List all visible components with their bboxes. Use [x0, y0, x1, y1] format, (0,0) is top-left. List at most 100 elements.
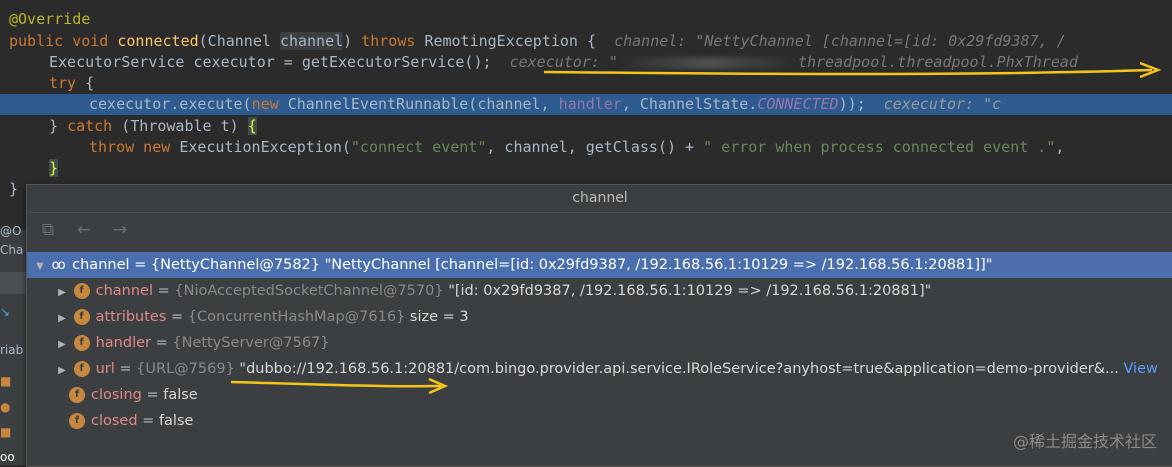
tree-row-closing[interactable]: f closing = false	[27, 382, 1172, 408]
code-text: , ChannelState.	[621, 95, 758, 113]
field-icon: f	[69, 387, 85, 403]
code-text: {	[76, 74, 95, 92]
var-type: {URL@7569}	[136, 361, 235, 377]
code-line-annotation: @Override	[0, 9, 1172, 30]
equals: =	[129, 257, 151, 273]
field-icon: f	[69, 413, 85, 429]
handler-field: handler	[558, 95, 622, 113]
variable-inspector-popup[interactable]: channel ⧉ ← → ▼ oo channel = {NettyChann…	[26, 184, 1172, 467]
equals: =	[141, 387, 164, 403]
var-name: closing	[91, 387, 142, 403]
gutter-fragment: riab	[0, 343, 24, 357]
step-icon[interactable]: ↘	[0, 305, 26, 319]
matched-brace: }	[49, 159, 59, 177]
gutter-fragment: Cha	[0, 243, 24, 257]
equals: =	[114, 361, 137, 377]
variable-tree[interactable]: ▼ oo channel = {NettyChannel@7582} "Nett…	[27, 248, 1172, 466]
code-line-throw: throw new ExecutionException("connect ev…	[0, 137, 1172, 158]
code-line-method-signature: public void connected(Channel channel) t…	[0, 31, 1172, 52]
field-icon: f	[73, 283, 90, 299]
override-annotation: @Override	[9, 10, 91, 28]
tree-row-root-channel[interactable]: ▼ oo channel = {NettyChannel@7582} "Nett…	[27, 252, 1172, 278]
code-text: ExecutorService cexecutor = getExecutorS…	[49, 53, 492, 71]
code-text: ExecutionException(	[179, 138, 351, 156]
method-name: connected	[117, 32, 199, 50]
var-name: attributes	[95, 309, 167, 325]
code-text: ,	[1055, 138, 1065, 156]
inline-debug-hint: cexecutor: "c	[865, 95, 1002, 113]
expand-triangle-icon[interactable]: ▶	[55, 306, 69, 330]
back-arrow-icon[interactable]: ←	[73, 220, 95, 240]
var-type: {NioAcceptedSocketChannel@7570}	[174, 283, 444, 299]
variables-icon[interactable]: ■	[0, 374, 26, 388]
field-icon: f	[73, 361, 90, 377]
var-type: {NettyChannel@7582}	[150, 257, 321, 273]
code-line-catch: } catch (Throwable t) {	[0, 116, 1172, 137]
inline-debug-hint: cexecutor: "	[491, 53, 618, 71]
gutter-strip	[0, 272, 26, 294]
matched-brace: {	[247, 117, 257, 135]
var-name: channel	[72, 257, 130, 273]
var-type: {ConcurrentHashMap@7616}	[187, 309, 406, 325]
tree-row-channel[interactable]: ▶ f channel = {NioAcceptedSocketChannel@7…	[27, 278, 1172, 304]
var-value: "[id: 0x29fd9387, /192.168.56.1:10129 =>…	[448, 283, 932, 299]
field-icon: f	[73, 335, 90, 351]
var-type: {NettyServer@7567}	[172, 335, 330, 351]
var-value: false	[158, 413, 194, 429]
keyword: public void	[9, 32, 118, 50]
keyword: throw new	[89, 138, 180, 156]
code-text: )	[343, 32, 362, 50]
parameter-icon[interactable]: ●	[0, 400, 26, 414]
field-icon[interactable]: ■	[0, 425, 26, 439]
tree-row-closed[interactable]: f closed = false	[27, 408, 1172, 434]
channel-param[interactable]: channel	[279, 32, 344, 50]
restore-icon[interactable]: ⧉	[37, 220, 59, 240]
tree-row-attributes[interactable]: ▶ f attributes = {ConcurrentHashMap@7616}…	[27, 304, 1172, 330]
code-line-executor: ExecutorService cexecutor = getExecutorS…	[0, 52, 1172, 73]
code-text: ChannelEventRunnable(channel,	[287, 95, 559, 113]
var-name: url	[95, 361, 115, 377]
var-name: handler	[95, 335, 151, 351]
expand-triangle-icon[interactable]: ▶	[55, 280, 69, 304]
var-value: "dubbo://192.168.56.1:20881/com.bingo.pr…	[239, 361, 1119, 377]
redacted-blur	[617, 56, 798, 69]
expand-triangle-icon[interactable]: ▶	[55, 332, 69, 356]
string-literal: " error when process connected event ."	[703, 138, 1056, 156]
view-link[interactable]: View	[1123, 361, 1157, 377]
keyword: try	[49, 74, 77, 92]
var-name: channel	[95, 283, 153, 299]
keyword: throws	[361, 32, 425, 50]
code-text: cexecutor.execute(	[89, 95, 252, 113]
popup-title: channel	[27, 185, 1172, 213]
inline-debug-hint: channel: "NettyChannel [channel=[id: 0x2…	[596, 32, 1066, 50]
keyword: new	[251, 95, 288, 113]
popup-toolbar: ⧉ ← →	[27, 213, 1172, 247]
tree-row-url[interactable]: ▶ f url = {URL@7569} "dubbo://192.168.56.…	[27, 356, 1172, 382]
collapse-triangle-icon[interactable]: ▼	[33, 254, 47, 278]
code-line-close-brace: }	[0, 158, 1172, 179]
inline-debug-hint-tail: threadpool.threadpool.PhxThread	[797, 53, 1078, 71]
code-text: }	[9, 180, 19, 198]
code-text: (Channel	[198, 32, 280, 50]
connected-constant: CONNECTED	[757, 95, 839, 113]
equals: =	[137, 413, 159, 429]
expand-triangle-icon[interactable]: ▶	[55, 358, 69, 382]
equals: =	[153, 283, 175, 299]
code-line-execute-current[interactable]: cexecutor.execute(new ChannelEventRunnab…	[0, 94, 1172, 115]
string-literal: "connect event"	[350, 138, 487, 156]
var-value: false	[163, 387, 198, 403]
gutter-fragment: @O	[0, 224, 22, 238]
forward-arrow-icon[interactable]: →	[109, 220, 131, 240]
var-value: "NettyChannel [channel=[id: 0x29fd9387, …	[324, 257, 993, 273]
code-text: RemotingException {	[424, 32, 597, 50]
watch-icon[interactable]: oo	[0, 450, 26, 464]
var-name: closed	[91, 413, 138, 429]
equals: =	[151, 335, 173, 351]
equals: =	[166, 309, 188, 325]
field-icon: f	[73, 309, 90, 325]
code-text: }	[49, 117, 68, 135]
tree-row-handler[interactable]: ▶ f handler = {NettyServer@7567}	[27, 330, 1172, 356]
code-text: , channel, getClass() +	[486, 138, 704, 156]
watch-glasses-icon: oo	[51, 258, 66, 273]
code-line-try: try {	[0, 73, 1172, 94]
